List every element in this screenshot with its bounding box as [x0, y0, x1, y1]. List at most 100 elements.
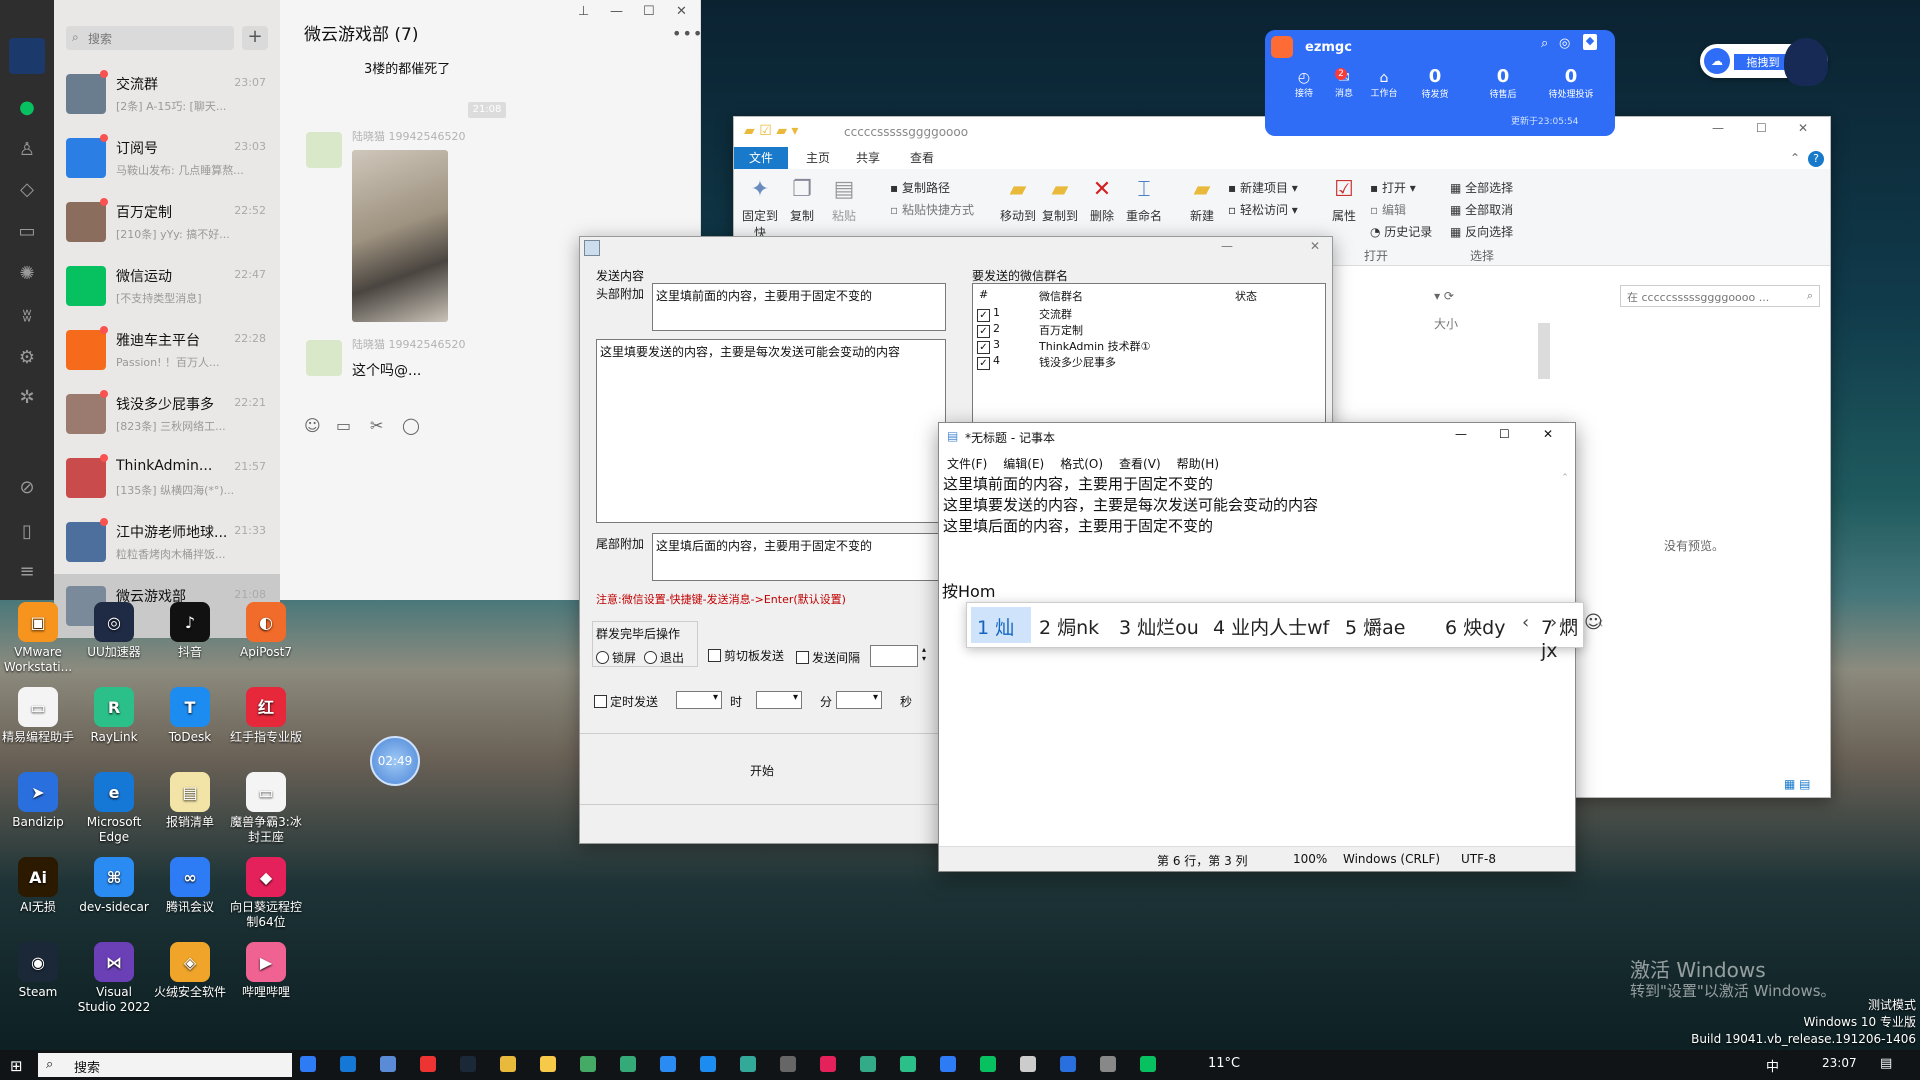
folder-icon[interactable]: ▭ — [336, 416, 351, 435]
paste-shortcut-button[interactable]: ▫ 粘贴快捷方式 — [890, 201, 974, 218]
avatar[interactable] — [306, 132, 342, 168]
copy-button[interactable]: ❐ 复制 — [780, 177, 824, 224]
clipboard-checkbox[interactable]: 剪切板发送 — [708, 647, 784, 664]
tab-view[interactable]: 查看 — [910, 149, 934, 166]
scissors-icon[interactable]: ✂ — [370, 416, 383, 435]
delete-button[interactable]: ✕ 删除 — [1080, 177, 1124, 224]
contacts-icon[interactable]: ♙ — [15, 138, 39, 162]
taskbar-app-icon[interactable] — [660, 1056, 676, 1072]
tab-file[interactable]: 文件 — [734, 147, 788, 169]
rename-button[interactable]: ⌶ 重命名 — [1122, 177, 1166, 224]
channels-icon[interactable]: ʬ — [15, 304, 39, 328]
desktop-shortcut[interactable]: ⌘ dev-sidecar — [76, 857, 152, 915]
maximize-button[interactable]: ☐ — [1499, 427, 1510, 441]
desktop-shortcut[interactable]: ▭ 精易编程助手 — [0, 687, 76, 745]
maximize-button[interactable]: ☐ — [643, 4, 655, 19]
more-icon[interactable]: ••• — [672, 24, 703, 43]
column-name[interactable]: 微信群名 — [1039, 288, 1083, 304]
scrollbar[interactable] — [1538, 323, 1550, 379]
taskbar-app-icon[interactable] — [780, 1056, 796, 1072]
close-button[interactable]: ✕ — [1798, 121, 1808, 135]
desktop-shortcut[interactable]: ◆ 向日葵远程控制64位 — [228, 857, 304, 930]
chat-list-item[interactable]: 百万定制 22:52 [210条] yYy: 搞不好... — [54, 190, 280, 254]
weather-temp[interactable]: 11°C — [1208, 1056, 1240, 1071]
date-combo[interactable]: ▾ — [676, 691, 722, 709]
column-size[interactable]: 大小 — [1434, 315, 1458, 332]
next-page-icon[interactable]: › — [1550, 612, 1557, 633]
lock-radio[interactable]: 锁屏 — [596, 649, 636, 666]
tab-home[interactable]: 主页 — [806, 149, 830, 166]
history-button[interactable]: ◔ 历史记录 — [1370, 223, 1432, 240]
ezmgc-stat[interactable]: 0 待售后 — [1473, 66, 1533, 100]
taskbar-app-icon[interactable] — [380, 1056, 396, 1072]
desktop-shortcut[interactable]: T ToDesk — [152, 687, 228, 745]
pin-button[interactable]: ✦ 固定到快 — [738, 177, 782, 241]
group-checkbox[interactable]: ✓ — [977, 309, 990, 322]
ime-indicator[interactable]: 中 — [1766, 1056, 1779, 1075]
files-icon[interactable]: ▭ — [15, 220, 39, 244]
start-button[interactable]: ⊞ — [10, 1057, 23, 1075]
search-icon[interactable]: ⌕ — [1541, 36, 1548, 51]
taskbar-app-icon[interactable] — [420, 1056, 436, 1072]
close-button[interactable]: ✕ — [1543, 427, 1553, 441]
minimize-button[interactable]: — — [1712, 121, 1724, 135]
collections-icon[interactable]: ◇ — [15, 178, 39, 202]
new-folder-button[interactable]: ▰ 新建 — [1180, 177, 1224, 224]
view-toggle-icon[interactable]: ▦ ▤ — [1784, 777, 1811, 791]
group-row[interactable]: ✓ 3 ThinkAdmin 技术群① — [977, 338, 1317, 354]
ezmgc-stat[interactable]: 0 待发货 — [1405, 66, 1465, 100]
interval-checkbox[interactable]: 发送间隔 — [796, 649, 860, 666]
hour-combo[interactable]: ▾ — [756, 691, 802, 709]
notification-icon[interactable]: ▤ — [1880, 1056, 1892, 1071]
invert-selection-button[interactable]: ▦ 反向选择 — [1450, 223, 1513, 240]
open-button[interactable]: ▪ 打开 ▾ — [1370, 179, 1416, 196]
mini-apps-icon[interactable]: ⊘ — [15, 476, 39, 500]
shield-icon[interactable]: ◆ — [1583, 34, 1597, 50]
tail-textbox[interactable]: 这里填后面的内容，主要用于固定不变的 — [652, 533, 946, 581]
desktop-shortcut[interactable]: ▣ VMware Workstati... — [0, 602, 76, 675]
taskbar-app-icon[interactable] — [540, 1056, 556, 1072]
menu-edit[interactable]: 编辑(E) — [1003, 457, 1044, 471]
taskbar-app-icon[interactable] — [1020, 1056, 1036, 1072]
taskbar-app-icon[interactable] — [340, 1056, 356, 1072]
timed-checkbox[interactable]: 定时发送 — [594, 693, 658, 710]
chat-list-item[interactable]: 江中游老师地球... 21:33 粒粒香烤肉木桶拌饭... — [54, 510, 280, 574]
interval-input[interactable] — [870, 645, 918, 667]
taskbar-app-icon[interactable] — [580, 1056, 596, 1072]
taskbar-search[interactable]: ⌕ 搜索 — [38, 1053, 292, 1077]
desktop-shortcut[interactable]: ∞ 腾讯会议 — [152, 857, 228, 915]
taskbar-app-icon[interactable] — [860, 1056, 876, 1072]
menu-help[interactable]: 帮助(H) — [1177, 457, 1219, 471]
settings-icon[interactable]: ◎ — [1559, 36, 1570, 51]
menu-icon[interactable]: ≡ — [15, 560, 39, 584]
chat-history-icon[interactable]: ◯ — [402, 416, 420, 435]
search-input[interactable]: ⌕ 搜索 — [66, 26, 234, 50]
ime-candidate[interactable]: 5 爝ae — [1345, 613, 1405, 640]
add-chat-button[interactable]: + — [242, 26, 268, 50]
prev-page-icon[interactable]: ‹ — [1522, 612, 1529, 633]
head-textbox[interactable]: 这里填前面的内容，主要用于固定不变的 — [652, 283, 946, 331]
copy-path-button[interactable]: ▪ 复制路径 — [890, 179, 950, 196]
maximize-button[interactable]: ☐ — [1756, 121, 1767, 135]
mini-program-icon[interactable]: ⚙ — [15, 346, 39, 370]
ezmgc-stat[interactable]: 0 待处理投诉 — [1541, 66, 1601, 100]
taskbar-app-icon[interactable] — [820, 1056, 836, 1072]
taskbar-app-icon[interactable] — [460, 1056, 476, 1072]
exit-radio[interactable]: 退出 — [644, 649, 684, 666]
desktop-shortcut[interactable]: ♪ 抖音 — [152, 602, 228, 660]
chat-list-item[interactable]: 雅迪车主平台 22:28 Passion! ！百万人... — [54, 318, 280, 382]
move-to-button[interactable]: ▰ 移动到 — [996, 177, 1040, 224]
new-item-button[interactable]: ▪ 新建项目 ▾ — [1228, 179, 1298, 196]
taskbar-app-icon[interactable] — [1100, 1056, 1116, 1072]
ime-candidate[interactable]: 3 灿烂ou — [1119, 613, 1199, 640]
body-textbox[interactable]: 这里填要发送的内容，主要是每次发送可能会变动的内容 — [596, 339, 946, 523]
menu-file[interactable]: 文件(F) — [947, 457, 987, 471]
chat-icon[interactable]: ● — [15, 96, 39, 120]
desktop-shortcut[interactable]: ◎ UU加速器 — [76, 602, 152, 660]
interval-spinner[interactable]: ▴ ▾ — [918, 645, 930, 665]
group-row[interactable]: ✓ 4 钱没多少屁事多 — [977, 354, 1317, 370]
ime-candidate[interactable]: 4 业内人士wf — [1213, 613, 1329, 640]
chat-list-item[interactable]: 钱没多少屁事多 22:21 [823条] 三秋网络工... — [54, 382, 280, 446]
select-none-button[interactable]: ▦ 全部取消 — [1450, 201, 1513, 218]
select-all-button[interactable]: ▦ 全部选择 — [1450, 179, 1513, 196]
